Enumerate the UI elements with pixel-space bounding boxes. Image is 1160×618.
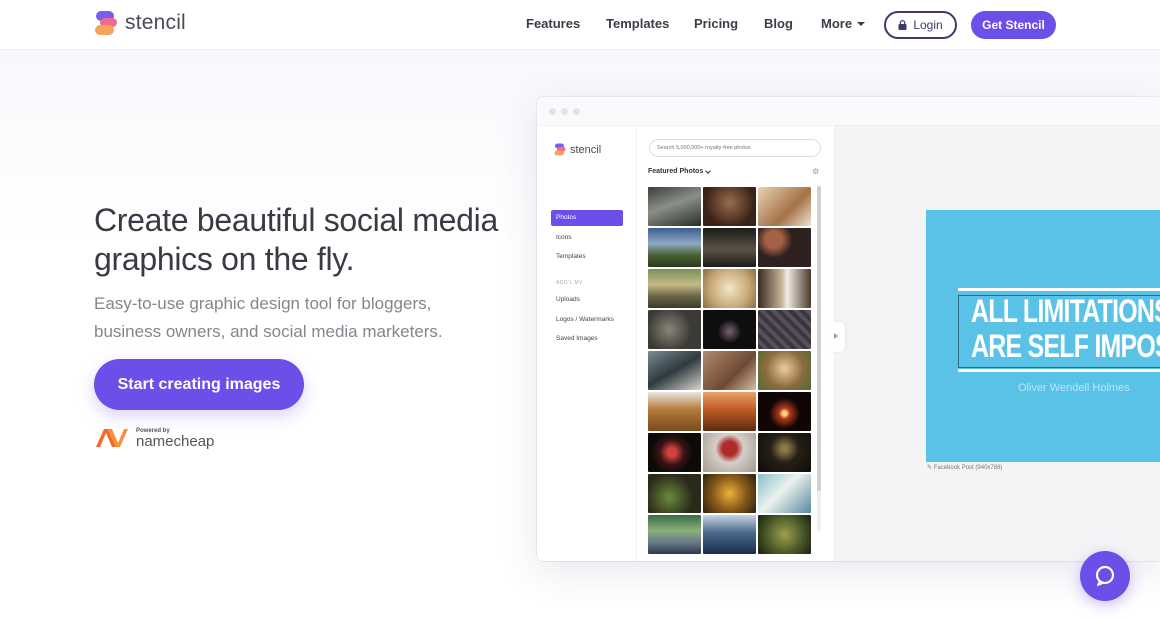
- brand[interactable]: stencil: [94, 10, 186, 36]
- photo-thumbnail[interactable]: [703, 269, 756, 308]
- app-brand: stencil: [554, 143, 601, 156]
- photo-thumbnail[interactable]: [758, 515, 811, 554]
- featured-photos-label: Featured Photos: [648, 168, 704, 175]
- app-sidebar: stencil Photos Icons Templates ADD'L MY …: [537, 126, 637, 561]
- chevron-right-icon: [834, 333, 838, 339]
- start-creating-button[interactable]: Start creating images: [94, 359, 304, 410]
- photo-thumbnail[interactable]: [758, 474, 811, 513]
- photo-thumbnail[interactable]: [648, 187, 701, 226]
- login-button[interactable]: Login: [884, 11, 957, 39]
- app-brand-name: stencil: [570, 143, 602, 156]
- hero-subtitle: Easy-to-use graphic design tool for blog…: [94, 294, 443, 341]
- photo-thumbnail[interactable]: [703, 351, 756, 390]
- sidebar-item-icons[interactable]: Icons: [551, 230, 623, 246]
- nav-link-pricing[interactable]: Pricing: [694, 16, 738, 31]
- photo-thumbnail[interactable]: [703, 187, 756, 226]
- window-titlebar: [537, 97, 1160, 126]
- photo-thumbnail[interactable]: [758, 187, 811, 226]
- photo-thumbnail[interactable]: [648, 269, 701, 308]
- panel-scrollbar-thumb[interactable]: [817, 186, 821, 491]
- nav-link-templates[interactable]: Templates: [606, 16, 669, 31]
- photo-thumbnail[interactable]: [648, 310, 701, 349]
- photo-panel: Featured Photos ⚙: [637, 126, 835, 561]
- collapse-panel-toggle[interactable]: [831, 322, 845, 352]
- caret-down-icon: [857, 21, 866, 26]
- featured-photos-dropdown[interactable]: Featured Photos: [648, 167, 712, 175]
- photo-thumbnail[interactable]: [758, 269, 811, 308]
- window-dot-icon: [573, 108, 580, 115]
- design-rule-top: [958, 288, 1160, 291]
- canvas-size-caption: ✎ Facebook Post (940x788): [927, 465, 1003, 471]
- photo-thumbnail[interactable]: [758, 351, 811, 390]
- photo-thumbnail[interactable]: [703, 392, 756, 431]
- nav-link-more[interactable]: More: [821, 16, 866, 31]
- hero-title: Create beautiful social media graphics o…: [94, 202, 498, 277]
- sidebar-section-label: ADD'L MY: [556, 280, 583, 286]
- window-dot-icon: [561, 108, 568, 115]
- app-preview: stencil Photos Icons Templates ADD'L MY …: [537, 97, 1160, 561]
- get-stencil-button[interactable]: Get Stencil: [971, 11, 1056, 39]
- photo-thumbnail[interactable]: [648, 474, 701, 513]
- brand-name: stencil: [125, 11, 186, 34]
- stencil-logo-icon: [94, 10, 118, 36]
- photo-thumbnail[interactable]: [648, 433, 701, 472]
- photo-thumbnail[interactable]: [703, 515, 756, 554]
- chevron-down-icon: [705, 167, 712, 174]
- canvas-size-label: Facebook Post (940x788): [933, 465, 1003, 471]
- design-canvas: ALL LIMITATIONS ARE SELF IMPOSED Oliver …: [831, 126, 1160, 561]
- photo-thumbnail[interactable]: [758, 392, 811, 431]
- login-label: Login: [913, 18, 943, 32]
- design-quote-line-2[interactable]: ARE SELF IMPOSED: [971, 328, 1160, 365]
- photo-search-input[interactable]: [649, 139, 821, 157]
- nav-link-features[interactable]: Features: [526, 16, 580, 31]
- window-dot-icon: [549, 108, 556, 115]
- powered-by-namecheap[interactable]: Powered by namecheap: [94, 427, 214, 449]
- nav-link-more-label: More: [821, 16, 853, 31]
- top-nav: stencil Features Templates Pricing Blog …: [0, 0, 1160, 50]
- partner-name: namecheap: [136, 432, 215, 450]
- nav-link-blog[interactable]: Blog: [764, 16, 793, 31]
- chat-bubble-icon: [1095, 565, 1115, 586]
- photo-thumbnail[interactable]: [703, 228, 756, 267]
- chat-button[interactable]: [1080, 551, 1130, 601]
- photo-thumbnail[interactable]: [703, 310, 756, 349]
- photo-thumbnail[interactable]: [703, 433, 756, 472]
- photo-grid: [648, 187, 814, 554]
- photo-thumbnail[interactable]: [703, 474, 756, 513]
- gear-icon[interactable]: ⚙: [812, 167, 819, 176]
- sidebar-item-logos-watermarks[interactable]: Logos / Watermarks: [551, 312, 623, 328]
- stencil-logo-icon: [554, 143, 566, 156]
- photo-thumbnail[interactable]: [758, 310, 811, 349]
- lock-icon: [898, 20, 907, 30]
- photo-thumbnail[interactable]: [758, 228, 811, 267]
- namecheap-logo-icon: [96, 429, 128, 447]
- design-quote-line-1[interactable]: ALL LIMITATIONS: [971, 293, 1160, 330]
- sidebar-item-photos[interactable]: Photos: [551, 210, 623, 226]
- sidebar-item-uploads[interactable]: Uploads: [551, 292, 623, 308]
- photo-thumbnail[interactable]: [758, 433, 811, 472]
- sidebar-item-saved-images[interactable]: Saved Images: [551, 331, 623, 347]
- photo-thumbnail[interactable]: [648, 392, 701, 431]
- design-artboard[interactable]: ALL LIMITATIONS ARE SELF IMPOSED Oliver …: [926, 210, 1160, 462]
- design-author[interactable]: Oliver Wendell Holmes: [1018, 382, 1130, 394]
- photo-thumbnail[interactable]: [648, 515, 701, 554]
- photo-thumbnail[interactable]: [648, 228, 701, 267]
- sidebar-item-templates[interactable]: Templates: [551, 249, 623, 265]
- photo-thumbnail[interactable]: [648, 351, 701, 390]
- design-rule-bottom: [958, 369, 1160, 372]
